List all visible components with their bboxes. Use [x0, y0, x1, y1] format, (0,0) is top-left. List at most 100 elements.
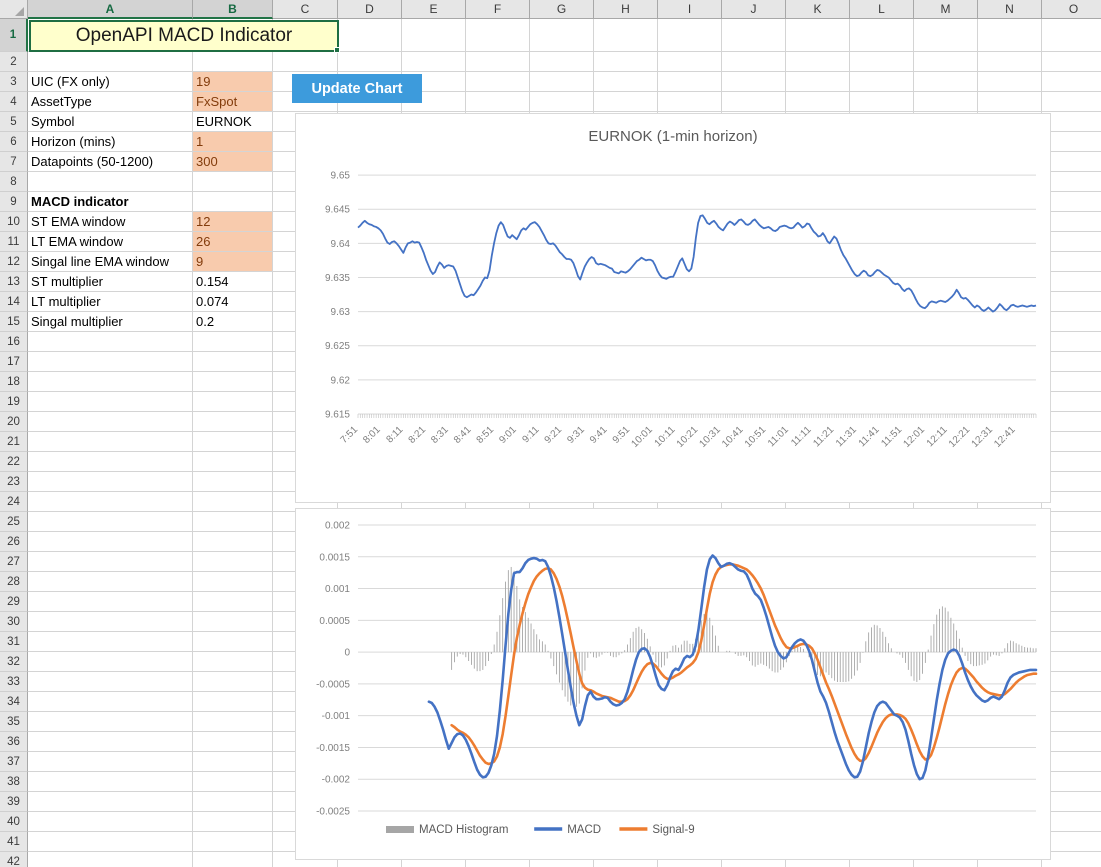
cell-A42[interactable]: [28, 852, 193, 867]
cell-A28[interactable]: [28, 572, 193, 592]
row-header-29[interactable]: 29: [0, 592, 28, 612]
cell-A41[interactable]: [28, 832, 193, 852]
cell-B36[interactable]: [193, 732, 273, 752]
cell-F2[interactable]: [466, 52, 530, 72]
cell-I3[interactable]: [658, 72, 722, 92]
row-header-11[interactable]: 11: [0, 232, 28, 252]
cell-A16[interactable]: [28, 332, 193, 352]
column-header-h[interactable]: H: [594, 0, 658, 19]
cell-B42[interactable]: [193, 852, 273, 867]
row-header-34[interactable]: 34: [0, 692, 28, 712]
column-header-j[interactable]: J: [722, 0, 786, 19]
selection-fill-handle[interactable]: [334, 47, 340, 53]
cell-A39[interactable]: [28, 792, 193, 812]
cell-K1[interactable]: [786, 19, 850, 52]
row-header-7[interactable]: 7: [0, 152, 28, 172]
row-header-41[interactable]: 41: [0, 832, 28, 852]
cell-A27[interactable]: [28, 552, 193, 572]
cell-B24[interactable]: [193, 492, 273, 512]
macd-chart[interactable]: -0.0025-0.002-0.0015-0.001-0.000500.0005…: [295, 508, 1051, 860]
row-header-15[interactable]: 15: [0, 312, 28, 332]
row-header-9[interactable]: 9: [0, 192, 28, 212]
cell-N2[interactable]: [978, 52, 1042, 72]
cell-L4[interactable]: [850, 92, 914, 112]
row-header-20[interactable]: 20: [0, 412, 28, 432]
cell-M1[interactable]: [914, 19, 978, 52]
row-header-5[interactable]: 5: [0, 112, 28, 132]
row-header-17[interactable]: 17: [0, 352, 28, 372]
cell-A23[interactable]: [28, 472, 193, 492]
cell-A32[interactable]: [28, 652, 193, 672]
cell-B38[interactable]: [193, 772, 273, 792]
cell-B15[interactable]: 0.2: [193, 312, 273, 332]
cell-B28[interactable]: [193, 572, 273, 592]
cell-N4[interactable]: [978, 92, 1042, 112]
cell-G1[interactable]: [530, 19, 594, 52]
row-header-39[interactable]: 39: [0, 792, 28, 812]
column-header-o[interactable]: O: [1042, 0, 1101, 19]
cell-B3[interactable]: 19: [193, 72, 273, 92]
cell-D2[interactable]: [338, 52, 402, 72]
cell-A8[interactable]: [28, 172, 193, 192]
cell-B9[interactable]: [193, 192, 273, 212]
cell-B30[interactable]: [193, 612, 273, 632]
row-header-27[interactable]: 27: [0, 552, 28, 572]
cell-L1[interactable]: [850, 19, 914, 52]
cell-A5[interactable]: Symbol: [28, 112, 193, 132]
cell-A24[interactable]: [28, 492, 193, 512]
column-header-e[interactable]: E: [402, 0, 466, 19]
cell-F3[interactable]: [466, 72, 530, 92]
row-header-32[interactable]: 32: [0, 652, 28, 672]
cell-J1[interactable]: [722, 19, 786, 52]
cell-B37[interactable]: [193, 752, 273, 772]
cell-A2[interactable]: [28, 52, 193, 72]
row-header-4[interactable]: 4: [0, 92, 28, 112]
cell-B25[interactable]: [193, 512, 273, 532]
cell-A13[interactable]: ST multiplier: [28, 272, 193, 292]
cell-A14[interactable]: LT multiplier: [28, 292, 193, 312]
row-header-13[interactable]: 13: [0, 272, 28, 292]
row-header-40[interactable]: 40: [0, 812, 28, 832]
update-chart-button[interactable]: Update Chart: [292, 74, 422, 103]
cell-O1[interactable]: [1042, 19, 1101, 52]
cell-N1[interactable]: [978, 19, 1042, 52]
cell-A12[interactable]: Singal line EMA window: [28, 252, 193, 272]
cell-A21[interactable]: [28, 432, 193, 452]
column-header-a[interactable]: A: [28, 0, 193, 19]
cell-K4[interactable]: [786, 92, 850, 112]
cell-H3[interactable]: [594, 72, 658, 92]
row-header-1[interactable]: 1: [0, 19, 28, 52]
cell-K3[interactable]: [786, 72, 850, 92]
cell-B4[interactable]: FxSpot: [193, 92, 273, 112]
cell-A37[interactable]: [28, 752, 193, 772]
row-header-22[interactable]: 22: [0, 452, 28, 472]
cell-B18[interactable]: [193, 372, 273, 392]
row-header-6[interactable]: 6: [0, 132, 28, 152]
column-header-b[interactable]: B: [193, 0, 273, 19]
row-header-21[interactable]: 21: [0, 432, 28, 452]
cell-B23[interactable]: [193, 472, 273, 492]
cell-A36[interactable]: [28, 732, 193, 752]
cell-B17[interactable]: [193, 352, 273, 372]
cell-A38[interactable]: [28, 772, 193, 792]
cell-K2[interactable]: [786, 52, 850, 72]
cell-F4[interactable]: [466, 92, 530, 112]
row-header-28[interactable]: 28: [0, 572, 28, 592]
cell-O3[interactable]: [1042, 72, 1101, 92]
cell-M2[interactable]: [914, 52, 978, 72]
cell-L3[interactable]: [850, 72, 914, 92]
cell-O4[interactable]: [1042, 92, 1101, 112]
column-header-f[interactable]: F: [466, 0, 530, 19]
row-header-24[interactable]: 24: [0, 492, 28, 512]
cell-M3[interactable]: [914, 72, 978, 92]
column-header-n[interactable]: N: [978, 0, 1042, 19]
cell-B13[interactable]: 0.154: [193, 272, 273, 292]
cell-L2[interactable]: [850, 52, 914, 72]
cell-N3[interactable]: [978, 72, 1042, 92]
cell-I1[interactable]: [658, 19, 722, 52]
row-header-30[interactable]: 30: [0, 612, 28, 632]
row-header-12[interactable]: 12: [0, 252, 28, 272]
column-header-l[interactable]: L: [850, 0, 914, 19]
cell-B21[interactable]: [193, 432, 273, 452]
column-header-m[interactable]: M: [914, 0, 978, 19]
